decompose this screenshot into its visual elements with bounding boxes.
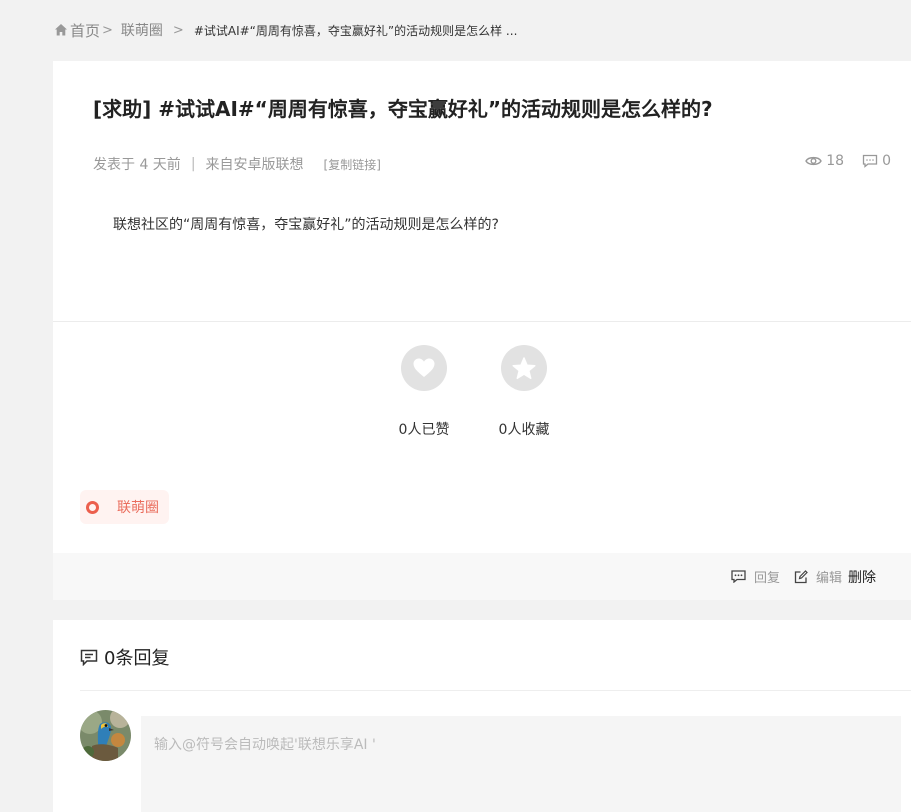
post-time: 发表于 4 天前: [93, 157, 181, 173]
edit-label: 编辑: [815, 571, 842, 586]
breadcrumb: 首页 > 联萌圈 > #试试AI#“周周有惊喜，夺宝赢好礼”的活动规则是怎么样 …: [54, 18, 517, 42]
copy-link-button[interactable]: [复制链接]: [324, 156, 381, 173]
topic-tag[interactable]: 联萌圈: [80, 490, 169, 524]
home-icon[interactable]: [54, 23, 68, 37]
edit-button[interactable]: 编辑: [794, 567, 842, 586]
breadcrumb-item-lianmengquan[interactable]: 联萌圈: [121, 20, 163, 40]
post-meta: 发表于 4 天前 | 来自安卓版联想 [复制链接]: [93, 154, 381, 174]
replies-section: 0条回复: [53, 620, 911, 812]
like-button[interactable]: [401, 345, 447, 391]
reply-button[interactable]: 回复: [731, 567, 780, 586]
favorite-count: 0人收藏: [498, 422, 550, 438]
footer-actions: 回复 编辑 删除: [717, 553, 876, 600]
breadcrumb-separator: >: [172, 22, 184, 38]
comment-icon: [862, 154, 878, 168]
post-source: 来自安卓版联想: [205, 157, 304, 173]
post-actions: 0人已赞 0人收藏: [399, 345, 599, 439]
replies-heading: 0条回复: [80, 644, 169, 670]
replies-count-label: 0条回复: [104, 648, 170, 669]
favorite-action: 0人收藏: [499, 345, 549, 439]
delete-button[interactable]: 删除: [848, 567, 876, 587]
replies-divider: [80, 690, 911, 691]
post-stats: 18 0: [787, 153, 891, 169]
message-icon: [80, 649, 98, 666]
views-count: 18: [826, 153, 845, 169]
like-count: 0人已赞: [398, 422, 450, 438]
post-card: [求助] #试试AI#“周周有惊喜，夺宝赢好礼”的活动规则是怎么样的? 发表于 …: [53, 61, 911, 600]
breadcrumb-separator: >: [102, 22, 113, 38]
post-title: [求助] #试试AI#“周周有惊喜，夺宝赢好礼”的活动规则是怎么样的?: [93, 97, 713, 121]
breadcrumb-home-link[interactable]: 首页: [70, 20, 100, 41]
breadcrumb-current: #试试AI#“周周有惊喜，夺宝赢好礼”的活动规则是怎么样 ...: [193, 23, 518, 38]
post-footer: 回复 编辑 删除: [53, 553, 911, 600]
meta-divider: |: [190, 156, 196, 172]
eye-icon: [805, 156, 823, 166]
ring-icon: [86, 500, 99, 514]
reply-icon: [731, 570, 746, 583]
topic-tag-label: 联萌圈: [117, 500, 159, 516]
content-divider: [53, 321, 911, 322]
like-action: 0人已赞: [399, 345, 449, 439]
favorite-button[interactable]: [501, 345, 547, 391]
avatar[interactable]: [80, 710, 131, 761]
views-stat: 18: [805, 153, 844, 169]
heart-icon: [413, 358, 435, 377]
reply-label: 回复: [753, 571, 780, 586]
reply-input[interactable]: [141, 716, 901, 812]
star-icon: [512, 356, 536, 379]
comments-stat: 0: [862, 153, 891, 169]
post-content: 联想社区的“周周有惊喜，夺宝赢好礼”的活动规则是怎么样的?: [113, 217, 499, 233]
comments-count: 0: [882, 153, 891, 169]
edit-icon: [794, 569, 808, 583]
